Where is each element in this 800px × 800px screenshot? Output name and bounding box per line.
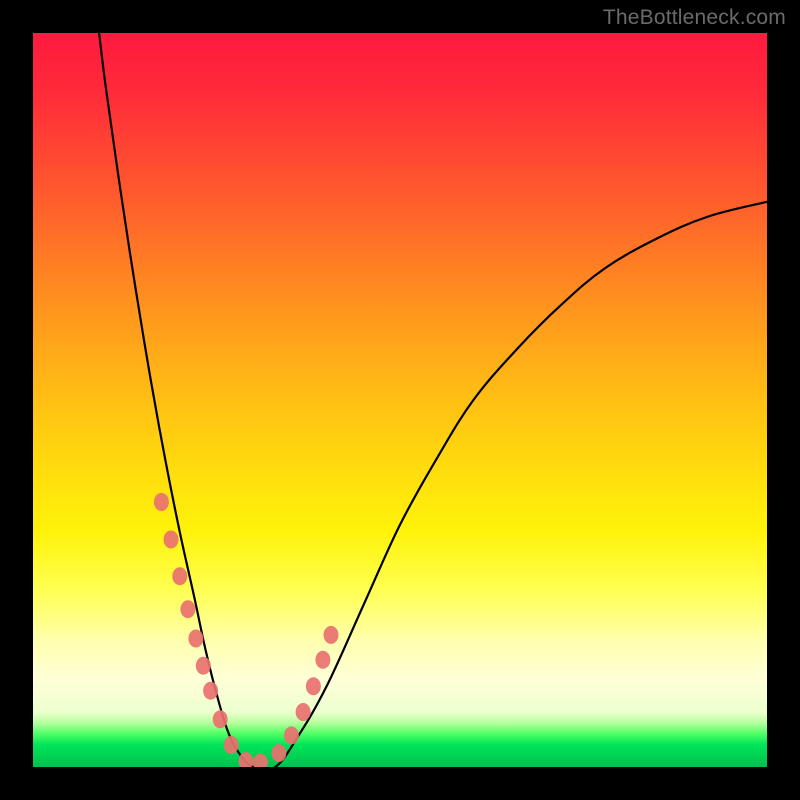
curve-path-group [99,33,767,767]
chart-svg [33,33,767,767]
chart-frame: TheBottleneck.com [0,0,800,800]
highlight-dot [213,710,228,728]
highlight-dot [306,677,321,695]
highlight-dot [315,651,330,669]
highlight-dot [324,626,339,644]
highlight-dot [203,682,218,700]
highlight-dots-group [154,493,339,767]
highlight-dot [154,493,169,511]
highlight-dot [224,736,239,754]
highlight-dot [180,600,195,618]
highlight-dot [188,630,203,648]
watermark-text: TheBottleneck.com [603,6,786,30]
highlight-dot [164,531,179,549]
highlight-dot [271,744,286,762]
highlight-dot [196,657,211,675]
highlight-dot [296,703,311,721]
highlight-dot [172,567,187,585]
highlight-dot [253,754,268,767]
highlight-dot [284,726,299,744]
bottleneck-curve [99,33,767,767]
plot-area [33,33,767,767]
